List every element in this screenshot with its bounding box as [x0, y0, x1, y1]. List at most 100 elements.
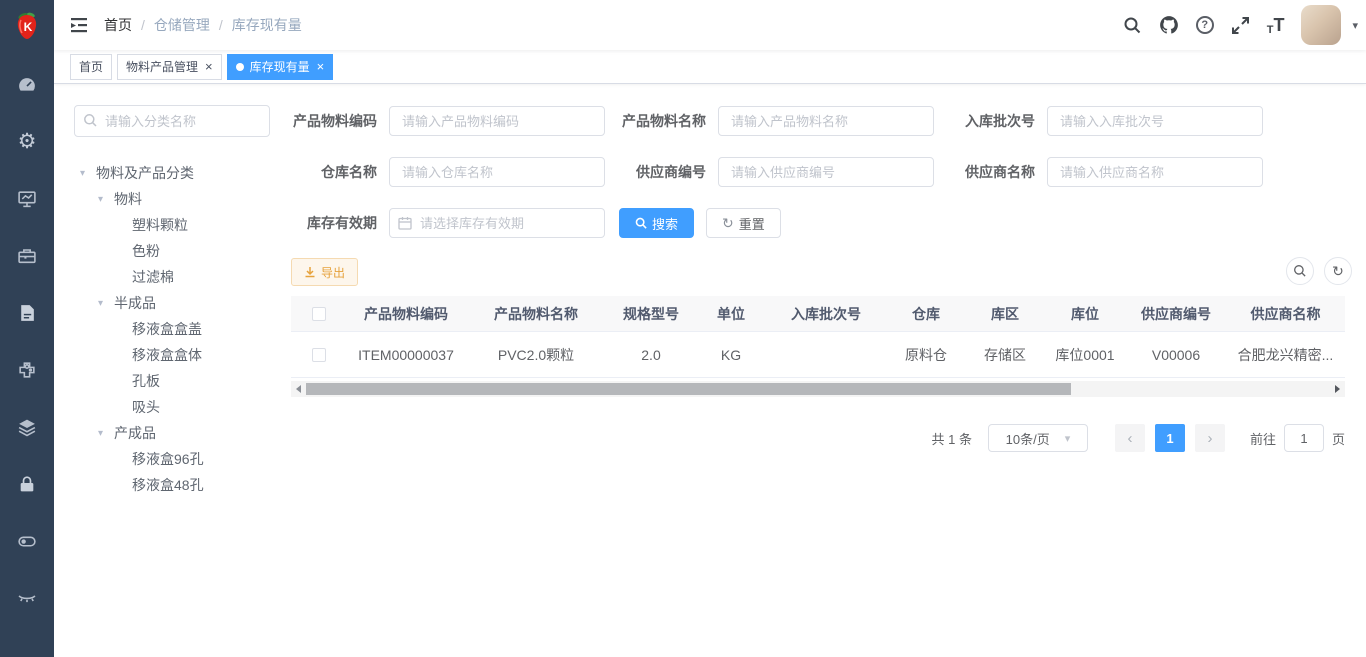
- breadcrumb-home[interactable]: 首页: [104, 15, 132, 35]
- tab-inventory-onhand[interactable]: 库存现有量 ×: [227, 54, 334, 80]
- sidebar-item-layers[interactable]: [0, 398, 54, 455]
- sidebar-item-document[interactable]: [0, 284, 54, 341]
- tree-node-material[interactable]: ▾ 物料: [74, 186, 270, 212]
- scrollbar-track[interactable]: [306, 381, 1330, 397]
- column-header[interactable]: 仓库: [886, 304, 966, 324]
- download-icon: [304, 266, 316, 278]
- tree-node-finished[interactable]: ▾ 产成品: [74, 420, 270, 446]
- cell-item-name: PVC2.0颗粒: [466, 345, 606, 365]
- reset-button[interactable]: ↻ 重置: [706, 208, 781, 238]
- item-code-input[interactable]: [389, 106, 605, 136]
- column-header[interactable]: 产品物料编码: [346, 304, 466, 324]
- font-size-small-icon: T: [1267, 24, 1274, 36]
- supplier-name-input[interactable]: [1047, 157, 1263, 187]
- tree-node-root[interactable]: ▾ 物料及产品分类: [74, 160, 270, 186]
- search-icon: [83, 113, 98, 128]
- refresh-table-button[interactable]: ↻: [1324, 257, 1352, 285]
- breadcrumb: 首页 / 仓储管理 / 库存现有量: [104, 15, 302, 35]
- github-link-button[interactable]: [1159, 15, 1179, 35]
- scroll-right-arrow-icon[interactable]: [1330, 381, 1345, 397]
- tab-material-product[interactable]: 物料产品管理 ×: [117, 54, 222, 80]
- select-all-checkbox[interactable]: [312, 307, 326, 321]
- search-icon: [635, 217, 647, 229]
- tree-node-box-48[interactable]: 移液盒48孔: [74, 472, 270, 498]
- tree-node-label: 物料: [114, 189, 142, 209]
- column-header[interactable]: 供应商编号: [1126, 304, 1226, 324]
- cell-location: 库位0001: [1044, 345, 1126, 365]
- sidebar-item-lock[interactable]: [0, 455, 54, 512]
- tree-node-tip[interactable]: 吸头: [74, 394, 270, 420]
- tree-node-filter-cotton[interactable]: 过滤棉: [74, 264, 270, 290]
- supplier-code-input[interactable]: [718, 157, 934, 187]
- svg-text:K: K: [24, 20, 33, 34]
- caret-down-icon[interactable]: ▾: [80, 168, 96, 179]
- tab-label: 首页: [79, 58, 103, 75]
- export-button[interactable]: 导出: [291, 258, 358, 286]
- column-header[interactable]: 产品物料名称: [466, 304, 606, 324]
- sidebar-item-monitor[interactable]: [0, 170, 54, 227]
- page-number-1[interactable]: 1: [1155, 424, 1185, 452]
- layers-icon: [17, 417, 37, 437]
- scroll-left-arrow-icon[interactable]: [291, 381, 306, 397]
- chart-monitor-icon: [17, 189, 37, 209]
- close-icon[interactable]: ×: [317, 60, 325, 73]
- avatar-dropdown-caret-icon[interactable]: ▾: [1352, 19, 1358, 32]
- tree-node-box-96[interactable]: 移液盒96孔: [74, 446, 270, 472]
- caret-down-icon[interactable]: ▾: [98, 298, 114, 309]
- table-horizontal-scrollbar[interactable]: [291, 381, 1345, 397]
- tree-node-pigment[interactable]: 色粉: [74, 238, 270, 264]
- sidebar-item-theme[interactable]: [0, 569, 54, 626]
- sidebar-collapse-button[interactable]: [54, 15, 104, 35]
- sidebar-item-switch[interactable]: [0, 512, 54, 569]
- app-logo[interactable]: K: [0, 0, 54, 50]
- warehouse-name-input[interactable]: [389, 157, 605, 187]
- question-icon: ?: [1196, 16, 1214, 34]
- caret-down-icon[interactable]: ▾: [98, 194, 114, 205]
- row-checkbox[interactable]: [312, 348, 326, 362]
- column-header[interactable]: 库位: [1044, 304, 1126, 324]
- goto-page-input[interactable]: [1284, 424, 1324, 452]
- expiry-date-input[interactable]: [389, 208, 605, 238]
- caret-down-icon[interactable]: ▾: [98, 428, 114, 439]
- sidebar-item-plugin[interactable]: [0, 341, 54, 398]
- field-label: 产品物料编码: [291, 111, 389, 131]
- tree-node-plastic-granule[interactable]: 塑料颗粒: [74, 212, 270, 238]
- tree-node-box-lid[interactable]: 移液盒盒盖: [74, 316, 270, 342]
- tree-node-semi-finished[interactable]: ▾ 半成品: [74, 290, 270, 316]
- field-label: 供应商名称: [949, 162, 1047, 182]
- page-size-select[interactable]: 10条/页 ▾: [988, 424, 1088, 452]
- breadcrumb-warehouse[interactable]: 仓储管理: [154, 15, 210, 35]
- column-header[interactable]: 入库批次号: [766, 304, 886, 324]
- header-search-button[interactable]: [1123, 16, 1142, 35]
- next-page-button[interactable]: ›: [1195, 424, 1225, 452]
- tree-node-label: 产成品: [114, 423, 156, 443]
- category-search-input[interactable]: [74, 105, 270, 137]
- scrollbar-thumb[interactable]: [306, 383, 1071, 395]
- column-header[interactable]: 规格型号: [606, 304, 696, 324]
- font-size-button[interactable]: TT: [1267, 15, 1285, 36]
- sidebar-item-settings[interactable]: ⚙: [0, 113, 54, 170]
- toggle-search-button[interactable]: [1286, 257, 1314, 285]
- table-row[interactable]: ITEM00000037 PVC2.0颗粒 2.0 KG 原料仓 存储区 库位0…: [291, 332, 1345, 378]
- fullscreen-button[interactable]: [1231, 16, 1250, 35]
- sidebar-item-toolbox[interactable]: [0, 227, 54, 284]
- search-button[interactable]: 搜索: [619, 208, 694, 238]
- close-icon[interactable]: ×: [205, 60, 213, 73]
- help-button[interactable]: ?: [1196, 16, 1214, 34]
- tab-home[interactable]: 首页: [70, 54, 112, 80]
- tree-node-plate[interactable]: 孔板: [74, 368, 270, 394]
- column-header[interactable]: 单位: [696, 304, 766, 324]
- column-header[interactable]: 库区: [966, 304, 1044, 324]
- field-label: 供应商编号: [620, 162, 718, 182]
- batch-no-input[interactable]: [1047, 106, 1263, 136]
- user-avatar[interactable]: [1301, 5, 1341, 45]
- cell-spec: 2.0: [606, 347, 696, 363]
- item-name-input[interactable]: [718, 106, 934, 136]
- refresh-icon: ↻: [1332, 263, 1344, 280]
- tree-node-box-body[interactable]: 移液盒盒体: [74, 342, 270, 368]
- prev-page-button[interactable]: ‹: [1115, 424, 1145, 452]
- tree-node-label: 色粉: [132, 241, 160, 261]
- column-header[interactable]: 供应商名称: [1226, 304, 1345, 324]
- tree-node-label: 半成品: [114, 293, 156, 313]
- sidebar-item-dashboard[interactable]: [0, 56, 54, 113]
